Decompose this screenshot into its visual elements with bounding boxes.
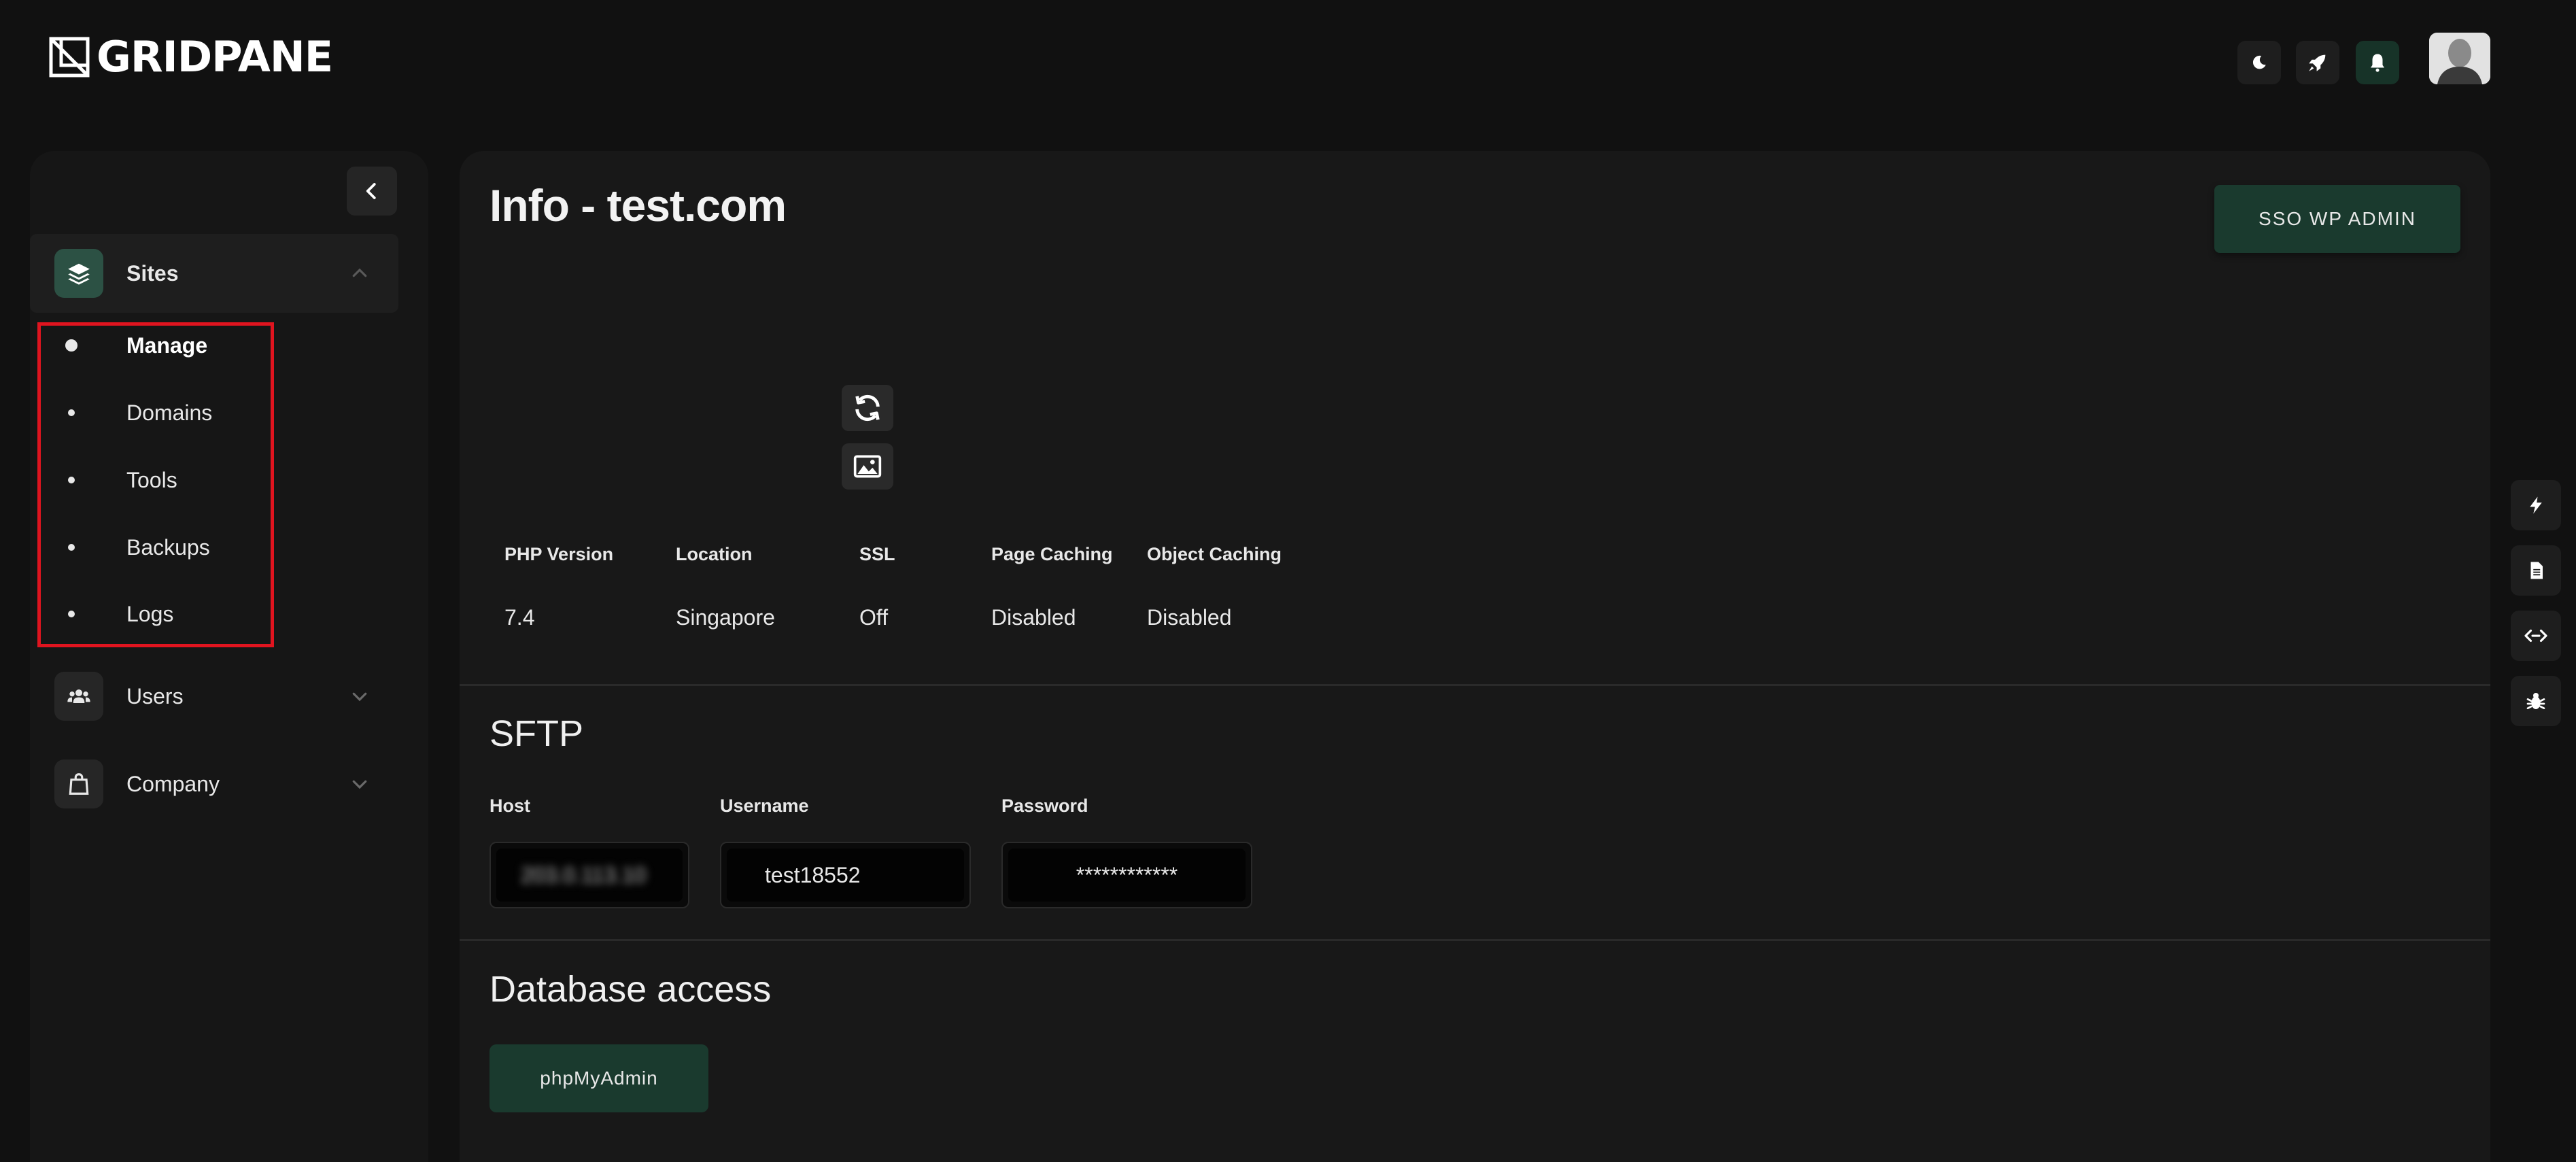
host-value: 203.0.113.10 (521, 862, 647, 887)
info-value-php: 7.4 (504, 605, 535, 630)
info-value-ssl: Off (859, 605, 889, 630)
section-divider (460, 939, 2490, 941)
rail-docs-button[interactable] (2511, 545, 2561, 596)
logo-text: GRIDPANE (97, 32, 333, 82)
theme-toggle-button[interactable] (2237, 41, 2281, 84)
user-avatar[interactable] (2429, 33, 2490, 84)
bug-icon (2526, 693, 2545, 709)
chevron-up-icon (352, 268, 367, 277)
chevron-left-icon (366, 183, 376, 199)
chevron-down-icon (352, 692, 367, 702)
moon-icon (2252, 55, 2266, 69)
username-label: Username (720, 796, 809, 816)
database-section-title: Database access (490, 969, 772, 1010)
code-icon (2524, 629, 2547, 643)
info-value-object-caching: Disabled (1147, 605, 1232, 630)
sidebar-item-icon-wrap (54, 759, 103, 808)
lightning-icon (2530, 496, 2542, 514)
rocket-icon (2309, 54, 2326, 71)
sidebar-item-icon-wrap (54, 672, 103, 721)
notifications-button[interactable] (2356, 41, 2399, 84)
layers-icon (68, 263, 90, 285)
image-icon (853, 455, 882, 478)
avatar-photo-icon (2429, 33, 2490, 84)
sso-wp-admin-button[interactable]: SSO WP ADMIN (2214, 185, 2460, 253)
screenshot-button[interactable] (842, 443, 893, 490)
highlight-annotation-box (37, 322, 274, 647)
refresh-icon (855, 394, 880, 422)
refresh-button[interactable] (842, 385, 893, 431)
page-title: Info - test.com (490, 180, 787, 230)
deploy-button[interactable] (2296, 41, 2339, 84)
password-label: Password (1001, 796, 1088, 816)
sftp-section-title: SFTP (490, 713, 584, 754)
host-field[interactable]: 203.0.113.10 (490, 842, 689, 908)
password-field[interactable]: ************ (1001, 842, 1252, 908)
document-icon (2530, 562, 2543, 579)
brand-logo[interactable]: GRIDPANE (49, 32, 333, 82)
section-divider (460, 684, 2490, 686)
info-header-page-caching: Page Caching (991, 544, 1113, 564)
host-label: Host (490, 796, 530, 816)
sidebar-item-label: Sites (126, 260, 179, 286)
rail-code-button[interactable] (2511, 611, 2561, 661)
info-header-php: PHP Version (504, 544, 614, 564)
shopping-bag-icon (69, 773, 89, 795)
password-value: ************ (1008, 849, 1246, 902)
bell-icon (2371, 54, 2384, 72)
username-value: test18552 (727, 849, 964, 902)
info-header-object-caching: Object Caching (1147, 544, 1282, 564)
sidebar-item-label: Company (126, 771, 220, 796)
info-value-location: Singapore (676, 605, 775, 630)
sidebar-item-users[interactable]: Users (54, 672, 398, 721)
chevron-down-icon (352, 780, 367, 789)
info-value-page-caching: Disabled (991, 605, 1076, 630)
sidebar-item-sites[interactable]: Sites (54, 249, 398, 298)
gridpane-logo-icon (49, 37, 90, 78)
host-field-inner: 203.0.113.10 (496, 849, 683, 902)
sidebar-item-company[interactable]: Company (54, 759, 398, 808)
username-field[interactable]: test18552 (720, 842, 971, 908)
sidebar-collapse-button[interactable] (347, 167, 397, 216)
rail-debug-button[interactable] (2511, 676, 2561, 726)
users-icon (67, 689, 90, 703)
info-header-location: Location (676, 544, 753, 564)
rail-cache-button[interactable] (2511, 480, 2561, 530)
sidebar-item-label: Users (126, 683, 184, 708)
info-header-ssl: SSL (859, 544, 895, 564)
sidebar-item-icon-wrap (54, 249, 103, 298)
phpmyadmin-button[interactable]: phpMyAdmin (490, 1044, 708, 1112)
